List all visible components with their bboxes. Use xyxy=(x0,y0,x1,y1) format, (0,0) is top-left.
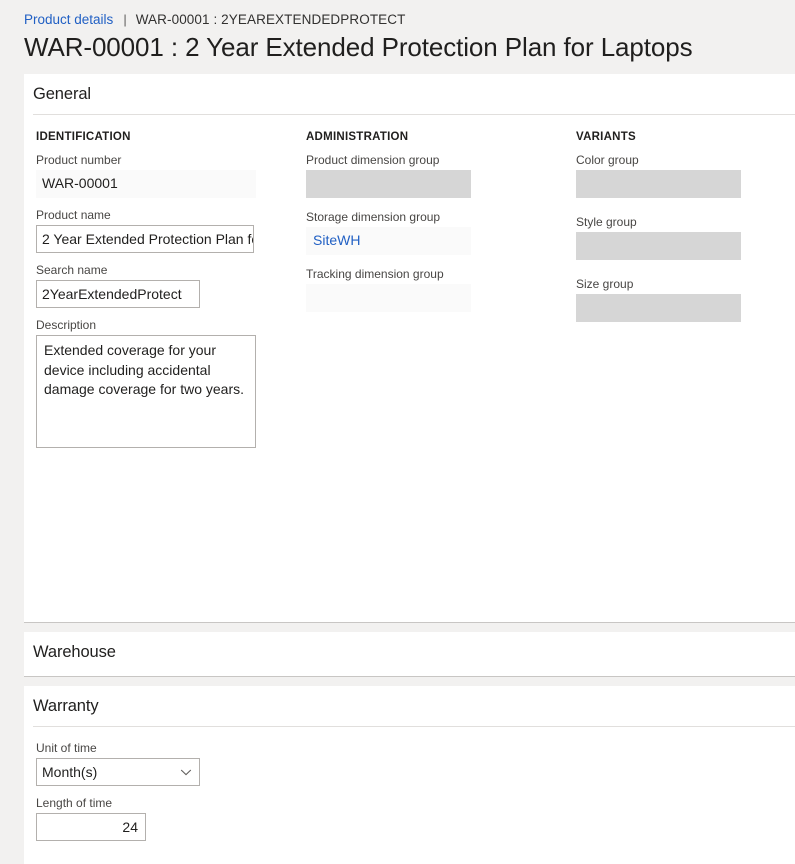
label-unit-of-time: Unit of time xyxy=(36,741,97,755)
label-search-name: Search name xyxy=(36,263,108,277)
breadcrumb-link-product-details[interactable]: Product details xyxy=(24,12,113,27)
label-length-of-time: Length of time xyxy=(36,796,113,810)
section-warehouse-header[interactable]: Warehouse xyxy=(24,632,795,672)
page-header: Product details | WAR-00001 : 2YEAREXTEN… xyxy=(0,0,795,74)
section-general: General IDENTIFICATION Product number WA… xyxy=(24,74,795,623)
label-color-group: Color group xyxy=(576,153,639,167)
page-title: WAR-00001 : 2 Year Extended Protection P… xyxy=(24,32,693,62)
input-size-group xyxy=(576,294,741,322)
label-style-group: Style group xyxy=(576,215,637,229)
input-search-name[interactable]: 2YearExtendedProtect xyxy=(36,280,200,308)
input-description[interactable]: Extended coverage for your device includ… xyxy=(36,335,256,448)
field-style-group: Style group xyxy=(576,215,786,260)
section-warranty: Warranty Unit of time Month(s) Length of… xyxy=(24,686,795,864)
group-title-administration: ADMINISTRATION xyxy=(306,131,409,143)
column-administration: ADMINISTRATION Product dimension group S… xyxy=(306,131,576,458)
field-size-group: Size group xyxy=(576,277,786,322)
chevron-down-icon xyxy=(179,759,193,785)
breadcrumb-current-record: WAR-00001 : 2YEAREXTENDEDPROTECT xyxy=(135,12,406,27)
field-tracking-dimension-group: Tracking dimension group xyxy=(306,267,576,312)
group-title-identification: IDENTIFICATION xyxy=(36,131,131,143)
field-length-of-time: Length of time 24 xyxy=(36,796,795,841)
label-size-group: Size group xyxy=(576,277,634,291)
section-warranty-title: Warranty xyxy=(33,696,99,715)
label-product-name: Product name xyxy=(36,208,111,222)
field-product-name: Product name 2 Year Extended Protection … xyxy=(36,208,306,253)
input-product-dimension-group xyxy=(306,170,471,198)
field-product-dimension-group: Product dimension group xyxy=(306,153,576,198)
input-product-name[interactable]: 2 Year Extended Protection Plan for Lapt… xyxy=(36,225,254,253)
input-style-group xyxy=(576,232,741,260)
label-tracking-dimension-group: Tracking dimension group xyxy=(306,267,444,281)
field-product-number: Product number WAR-00001 xyxy=(36,153,306,198)
field-description: Description Extended coverage for your d… xyxy=(36,318,306,448)
input-length-of-time[interactable]: 24 xyxy=(36,813,146,841)
section-general-title: General xyxy=(33,84,92,103)
section-warehouse: Warehouse xyxy=(24,632,795,677)
breadcrumb: Product details | WAR-00001 : 2YEAREXTEN… xyxy=(24,0,795,30)
general-columns: IDENTIFICATION Product number WAR-00001 … xyxy=(24,115,795,458)
input-color-group xyxy=(576,170,741,198)
column-variants: VARIANTS Color group Style group Size gr… xyxy=(576,131,786,458)
label-product-dimension-group: Product dimension group xyxy=(306,153,440,167)
column-identification: IDENTIFICATION Product number WAR-00001 … xyxy=(36,131,306,458)
select-unit-of-time-value: Month(s) xyxy=(42,764,98,780)
select-unit-of-time[interactable]: Month(s) xyxy=(36,758,200,786)
warranty-fields: Unit of time Month(s) Length of time 24 xyxy=(24,727,795,841)
breadcrumb-separator: | xyxy=(123,12,127,27)
section-general-header[interactable]: General xyxy=(24,74,795,114)
input-storage-dimension-group[interactable]: SiteWH xyxy=(306,227,471,255)
label-product-number: Product number xyxy=(36,153,122,167)
label-description: Description xyxy=(36,318,97,332)
field-storage-dimension-group: Storage dimension group SiteWH xyxy=(306,210,576,255)
field-color-group: Color group xyxy=(576,153,786,198)
section-warehouse-title: Warehouse xyxy=(33,642,116,661)
label-storage-dimension-group: Storage dimension group xyxy=(306,210,441,224)
input-tracking-dimension-group[interactable] xyxy=(306,284,471,312)
field-search-name: Search name 2YearExtendedProtect xyxy=(36,263,306,308)
section-warranty-header[interactable]: Warranty xyxy=(24,686,795,726)
field-unit-of-time: Unit of time Month(s) xyxy=(36,741,795,786)
input-product-number[interactable]: WAR-00001 xyxy=(36,170,256,198)
group-title-variants: VARIANTS xyxy=(576,131,636,143)
